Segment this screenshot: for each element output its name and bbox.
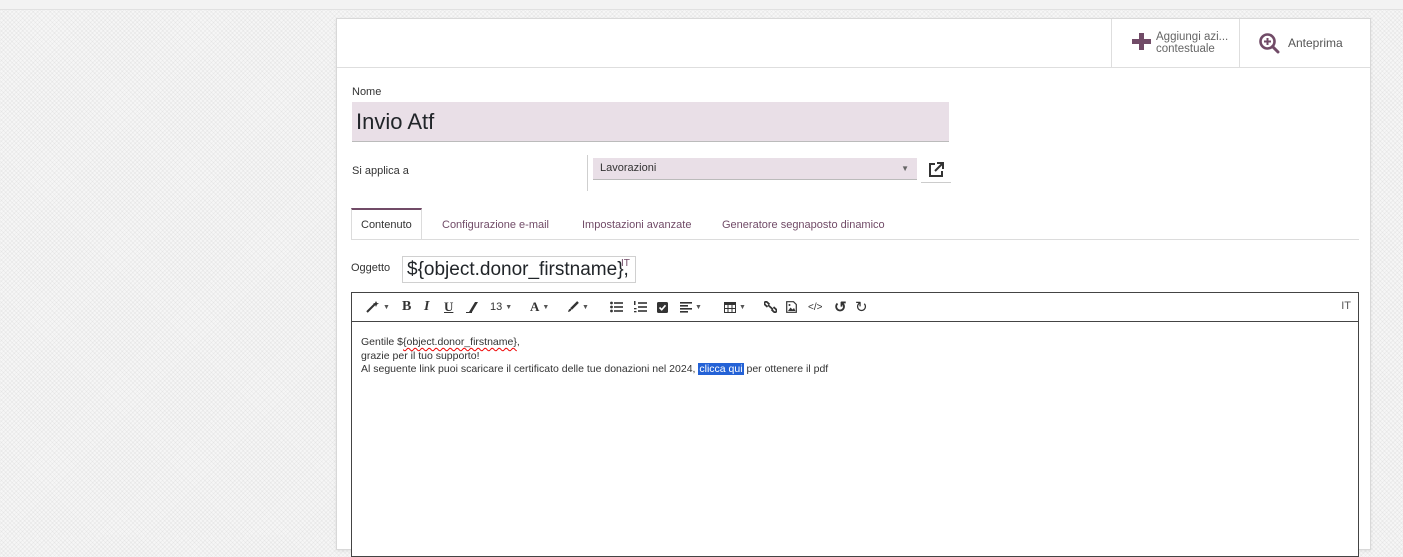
top-bar — [0, 0, 1403, 10]
background-color-dropdown[interactable]: ▼ — [567, 293, 589, 321]
name-label: Nome — [352, 86, 382, 98]
underline-icon: U — [444, 299, 454, 314]
link-icon — [764, 301, 777, 313]
image-icon — [786, 301, 797, 313]
italic-button[interactable]: I — [424, 293, 429, 321]
field-separator — [587, 155, 588, 191]
subject-language-button[interactable]: IT — [621, 258, 630, 269]
checklist-button[interactable] — [657, 293, 668, 321]
plus-icon — [1131, 32, 1153, 54]
code-view-button[interactable]: </> — [808, 293, 822, 321]
ordered-list-icon — [634, 301, 647, 313]
eraser-button[interactable] — [466, 293, 478, 321]
redo-button[interactable]: ↻ — [855, 293, 868, 321]
eraser-icon — [466, 302, 478, 313]
font-size-dropdown[interactable]: 13 ▼ — [490, 293, 512, 321]
editor-language-button[interactable]: IT — [1341, 300, 1351, 312]
italic-icon: I — [424, 299, 430, 314]
table-dropdown[interactable]: ▼ — [724, 293, 746, 321]
brush-icon — [568, 301, 579, 312]
subject-value: ${object.donor_firstname}, — [407, 259, 629, 280]
form-tabs: Contenuto Configurazione e-mail Impostaz… — [351, 208, 1359, 240]
paragraph-align-dropdown[interactable]: ▼ — [680, 293, 702, 321]
subject-input[interactable]: ${object.donor_firstname}, IT — [402, 256, 636, 283]
external-link-icon — [929, 162, 944, 177]
body-line-thanks: grazie per il tuo supporto! — [361, 349, 480, 362]
link-button[interactable] — [764, 293, 777, 321]
external-link-button[interactable] — [921, 158, 951, 183]
form-sheet: Aggiungi azi... contestuale Anteprima No… — [336, 18, 1371, 557]
contextual-action-label: Aggiungi azi... contestuale — [1156, 31, 1229, 55]
magic-wand-icon — [366, 301, 379, 313]
font-size-value: 13 — [490, 301, 503, 313]
selected-link-text[interactable]: clicca qui — [698, 363, 744, 375]
tab-dynamic-placeholder-generator[interactable]: Generatore segnaposto dinamico — [722, 208, 885, 238]
add-contextual-action-button[interactable]: Aggiungi azi... contestuale — [1111, 19, 1239, 67]
body-line-link: Al seguente link puoi scaricare il certi… — [361, 363, 829, 375]
applies-to-label: Si applica a — [352, 165, 409, 177]
image-button[interactable] — [786, 293, 797, 321]
font-color-icon: A — [530, 299, 540, 314]
checklist-icon — [657, 301, 668, 313]
table-icon — [724, 301, 736, 313]
applies-to-value: Lavorazioni — [600, 162, 657, 174]
underline-button[interactable]: U — [444, 293, 453, 321]
undo-icon: ↺ — [834, 299, 847, 316]
body-line-greeting: Gentile ${object.donor_firstname}, — [361, 336, 520, 348]
style-dropdown[interactable]: ▼ — [366, 293, 390, 321]
tab-email-configuration[interactable]: Configurazione e-mail — [442, 208, 549, 238]
font-color-dropdown[interactable]: A ▼ — [530, 293, 549, 321]
tab-advanced-settings[interactable]: Impostazioni avanzate — [582, 208, 691, 238]
undo-button[interactable]: ↺ — [834, 293, 847, 321]
caret-down-icon: ▼ — [901, 164, 909, 173]
html-editor[interactable]: ▼ B I U 13 ▼ A ▼ ▼ ▼ ▼ </> ↺ ↻ IT Gentil… — [351, 292, 1359, 557]
code-view-icon: </> — [808, 301, 823, 313]
zoom-in-icon — [1259, 33, 1280, 54]
bold-icon: B — [402, 299, 412, 314]
bold-button[interactable]: B — [402, 293, 411, 321]
unordered-list-icon — [610, 301, 623, 313]
editor-toolbar: ▼ B I U 13 ▼ A ▼ ▼ ▼ ▼ </> ↺ ↻ IT — [352, 293, 1358, 322]
applies-to-select[interactable]: Lavorazioni ▼ — [593, 158, 917, 180]
redo-icon: ↻ — [855, 299, 868, 316]
tab-content[interactable]: Contenuto — [351, 208, 422, 239]
ordered-list-button[interactable] — [634, 293, 647, 321]
button-box: Aggiungi azi... contestuale Anteprima — [337, 19, 1370, 68]
editor-content[interactable]: Gentile ${object.donor_firstname}, grazi… — [361, 336, 828, 377]
align-icon — [680, 301, 692, 313]
name-input[interactable]: Invio Atf — [352, 102, 949, 142]
preview-button[interactable]: Anteprima — [1239, 19, 1369, 67]
placeholder-variable: {object.donor_firstname} — [403, 336, 517, 348]
unordered-list-button[interactable] — [610, 293, 623, 321]
subject-label: Oggetto — [351, 262, 391, 274]
preview-label: Anteprima — [1288, 36, 1343, 50]
